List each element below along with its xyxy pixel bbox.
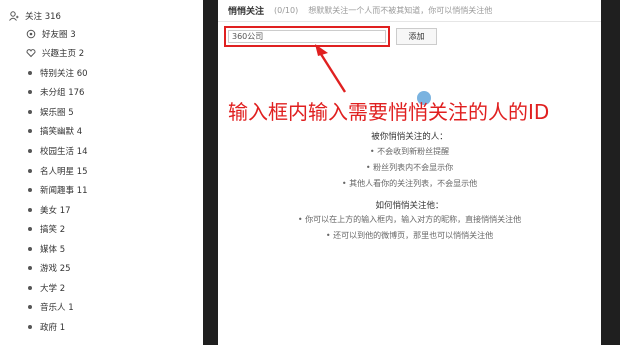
sidebar-item-label: 游戏 25 [40, 264, 71, 274]
info-heading: 被你悄悄关注的人： [371, 132, 448, 142]
dot-icon [28, 90, 32, 94]
info-line: • 不会收到新粉丝提醒 [369, 147, 450, 156]
sidebar-item-label: 特别关注 60 [40, 69, 88, 79]
sidebar-item-label: 未分组 176 [40, 88, 85, 98]
user-icon [9, 11, 19, 21]
sidebar-item-group[interactable]: 搞笑 2 [26, 222, 65, 236]
info-line: • 粉丝列表内不会显示你 [365, 163, 454, 172]
info-line: • 还可以到他的微博页，那里也可以悄悄关注他 [325, 231, 494, 240]
sidebar-item-group[interactable]: 美女 17 [26, 203, 71, 217]
sidebar-item-group[interactable]: 娱乐圈 5 [26, 105, 74, 119]
dot-icon [28, 305, 32, 309]
sidebar-item-label: 搞笑 2 [40, 225, 66, 235]
dot-icon [28, 129, 32, 133]
sidebar-item-label: 娱乐圈 5 [40, 108, 74, 118]
sidebar-item-group[interactable]: 新闻趣事 11 [26, 183, 88, 197]
sidebar-item-group[interactable]: 政府 1 [26, 320, 65, 334]
sidebar-item-group[interactable]: 游戏 25 [26, 261, 71, 275]
sidebar-item-label: 音乐人 1 [40, 303, 74, 313]
dot-icon [28, 247, 32, 251]
info-line: • 其他人看你的关注列表，不会显示他 [341, 179, 478, 188]
dot-icon [28, 286, 32, 290]
panel-header: 悄悄关注 (0/10) 想默默关注一个人而不被其知道，你可以悄悄关注他 [218, 0, 601, 22]
sidebar: 关注 316 好友圈 3 兴趣主页 2 特别关注 60 未分组 176 娱乐圈 … [0, 0, 203, 345]
sidebar-item-group[interactable]: 校园生活 14 [26, 144, 88, 158]
sidebar-item-label: 政府 1 [40, 323, 66, 333]
sidebar-item-group[interactable]: 未分组 176 [26, 85, 84, 99]
heart-icon [26, 48, 36, 58]
dot-icon [28, 71, 32, 75]
dot-icon [28, 266, 32, 270]
sidebar-item-label: 好友圈 3 [42, 30, 76, 40]
sidebar-item-group[interactable]: 特别关注 60 [26, 66, 88, 80]
input-highlight-box [224, 26, 390, 47]
dot-icon [28, 188, 32, 192]
annotation-text: 输入框内输入需要悄悄关注的人的ID [228, 100, 550, 124]
dot-icon [28, 149, 32, 153]
sidebar-item-group[interactable]: 搞笑幽默 4 [26, 124, 82, 138]
main-panel: 悄悄关注 (0/10) 想默默关注一个人而不被其知道，你可以悄悄关注他 添加 输… [218, 0, 601, 345]
dot-icon [28, 325, 32, 329]
sidebar-item-label: 名人明星 15 [40, 167, 88, 177]
info-heading: 如何悄悄关注他： [375, 201, 444, 211]
info-line: • 你可以在上方的输入框内，输入对方的昵称，直接悄悄关注他 [297, 215, 522, 224]
sidebar-item-group[interactable]: 名人明星 15 [26, 164, 88, 178]
sidebar-item-label: 校园生活 14 [40, 147, 88, 157]
sidebar-item-group[interactable]: 音乐人 1 [26, 300, 74, 314]
circle-icon [26, 29, 36, 39]
sidebar-item-follow[interactable]: 关注 316 [9, 9, 61, 23]
sidebar-item-label: 搞笑幽默 4 [40, 127, 83, 137]
dark-divider [203, 0, 218, 345]
dot-icon [28, 227, 32, 231]
sidebar-item-label: 媒体 5 [40, 245, 66, 255]
sidebar-item-label: 大学 2 [40, 284, 66, 294]
sidebar-item-group[interactable]: 媒体 5 [26, 242, 65, 256]
sidebar-item-friends-circle[interactable]: 好友圈 3 [26, 27, 76, 41]
sidebar-item-group[interactable]: 大学 2 [26, 281, 65, 295]
sidebar-item-label: 美女 17 [40, 206, 71, 216]
page-title: 悄悄关注 [228, 7, 265, 17]
add-button[interactable]: 添加 [396, 28, 437, 45]
sidebar-item-interest[interactable]: 兴趣主页 2 [26, 46, 84, 60]
follow-count: (0/10) [274, 6, 299, 15]
sidebar-item-label: 关注 316 [25, 12, 61, 22]
sidebar-item-label: 新闻趣事 11 [40, 186, 88, 196]
header-description: 想默默关注一个人而不被其知道，你可以悄悄关注他 [308, 6, 493, 15]
dot-icon [28, 110, 32, 114]
dot-icon [28, 169, 32, 173]
dot-icon [28, 208, 32, 212]
dark-right-edge [601, 0, 620, 345]
sidebar-item-label: 兴趣主页 2 [42, 49, 85, 59]
secret-follow-input[interactable] [228, 30, 386, 43]
